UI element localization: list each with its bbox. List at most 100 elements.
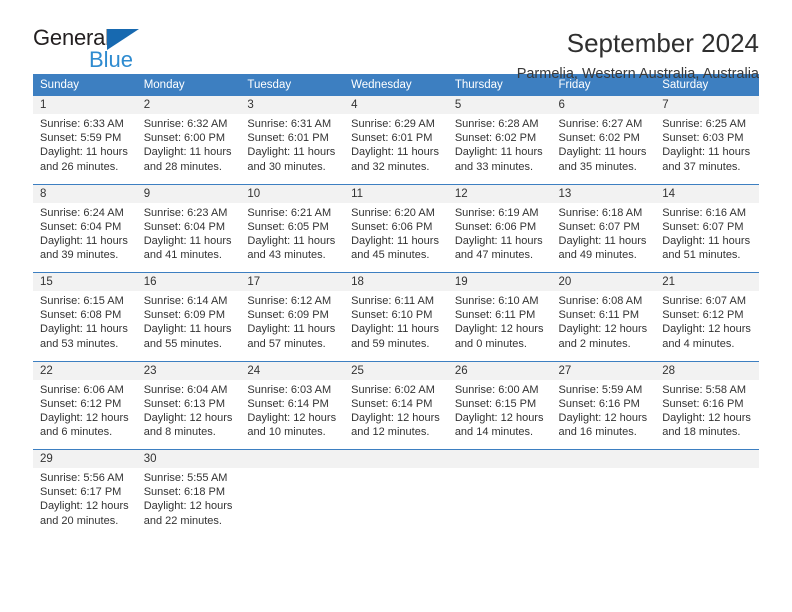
day-number[interactable]: 6 (551, 96, 656, 114)
day-number[interactable]: 5 (447, 96, 552, 114)
day-number[interactable]: 26 (447, 360, 552, 380)
day-cell[interactable]: Sunrise: 5:59 AM Sunset: 6:16 PM Dayligh… (551, 379, 656, 450)
daylight-text: Daylight: 11 hours and 26 minutes. (40, 146, 128, 173)
day-number[interactable]: 29 (33, 449, 137, 468)
day-cell[interactable]: Sunrise: 6:16 AM Sunset: 6:07 PM Dayligh… (655, 202, 759, 273)
sunset-text: Sunset: 6:12 PM (40, 397, 122, 410)
sunrise-text: Sunrise: 6:23 AM (143, 206, 228, 219)
day-cell[interactable]: Sunrise: 6:23 AM Sunset: 6:04 PM Dayligh… (136, 202, 241, 273)
day-cell[interactable]: Sunrise: 6:10 AM Sunset: 6:11 PM Dayligh… (447, 291, 552, 361)
day-number[interactable]: 12 (447, 183, 552, 203)
day-number[interactable]: 7 (655, 96, 759, 114)
day-number[interactable]: 19 (447, 272, 552, 291)
day-number[interactable]: 13 (551, 183, 656, 203)
day-cell[interactable]: Sunrise: 6:19 AM Sunset: 6:06 PM Dayligh… (447, 202, 552, 273)
day-number-empty (344, 449, 448, 468)
day-cell[interactable]: Sunrise: 6:03 AM Sunset: 6:14 PM Dayligh… (240, 379, 345, 450)
sunrise-text: Sunrise: 6:24 AM (40, 206, 124, 219)
sunset-text: Sunset: 6:01 PM (351, 132, 433, 145)
day-cell[interactable]: Sunrise: 6:28 AM Sunset: 6:02 PM Dayligh… (447, 114, 552, 184)
day-number[interactable]: 10 (240, 183, 345, 203)
daylight-text: Daylight: 12 hours and 8 minutes. (143, 411, 233, 439)
sunset-text: Sunset: 6:04 PM (143, 220, 226, 233)
daylight-text: Daylight: 11 hours and 41 minutes. (143, 234, 232, 262)
day-cell-empty (551, 468, 656, 540)
day-number[interactable]: 25 (344, 360, 448, 380)
day-cell[interactable]: Sunrise: 6:18 AM Sunset: 6:07 PM Dayligh… (551, 202, 656, 273)
logo-word-blue: Blue (89, 47, 134, 72)
sunrise-text: Sunrise: 6:00 AM (454, 383, 539, 396)
day-number[interactable]: 4 (344, 96, 448, 114)
day-cell-empty (240, 468, 345, 540)
sunset-text: Sunset: 6:06 PM (351, 220, 433, 233)
day-number-empty (240, 449, 345, 468)
day-cell[interactable]: Sunrise: 6:21 AM Sunset: 6:05 PM Dayligh… (240, 202, 345, 273)
day-cell[interactable]: Sunrise: 6:07 AM Sunset: 6:12 PM Dayligh… (655, 291, 759, 361)
page-subtitle: Parmelia, Western Australia, Australia (516, 66, 759, 82)
week-info-row: Sunrise: 6:24 AM Sunset: 6:04 PM Dayligh… (33, 202, 759, 273)
day-number[interactable]: 21 (655, 272, 759, 291)
day-number[interactable]: 30 (136, 449, 241, 468)
sunset-text: Sunset: 5:59 PM (40, 132, 122, 145)
sunrise-text: Sunrise: 6:19 AM (454, 206, 539, 219)
sunset-text: Sunset: 6:05 PM (247, 220, 329, 233)
day-cell[interactable]: Sunrise: 6:20 AM Sunset: 6:06 PM Dayligh… (344, 202, 448, 273)
day-number[interactable]: 28 (655, 360, 759, 380)
sunset-text: Sunset: 6:11 PM (558, 309, 640, 322)
day-number[interactable]: 14 (655, 183, 759, 203)
sunset-text: Sunset: 6:04 PM (40, 220, 122, 233)
day-cell[interactable]: Sunrise: 6:06 AM Sunset: 6:12 PM Dayligh… (33, 379, 137, 450)
day-number[interactable]: 17 (240, 272, 345, 291)
day-number[interactable]: 27 (551, 360, 656, 380)
sunset-text: Sunset: 6:10 PM (351, 309, 433, 322)
day-cell[interactable]: Sunrise: 6:15 AM Sunset: 6:08 PM Dayligh… (33, 291, 137, 361)
sunrise-text: Sunrise: 6:25 AM (662, 118, 746, 130)
day-cell[interactable]: Sunrise: 5:55 AM Sunset: 6:18 PM Dayligh… (136, 468, 241, 540)
sunset-text: Sunset: 6:09 PM (247, 309, 329, 322)
day-number[interactable]: 3 (240, 96, 345, 114)
day-cell[interactable]: Sunrise: 5:56 AM Sunset: 6:17 PM Dayligh… (33, 468, 137, 540)
day-number[interactable]: 23 (136, 360, 241, 380)
sunrise-text: Sunrise: 6:18 AM (558, 206, 643, 219)
day-cell[interactable]: Sunrise: 6:31 AM Sunset: 6:01 PM Dayligh… (240, 114, 345, 184)
day-cell[interactable]: Sunrise: 5:58 AM Sunset: 6:16 PM Dayligh… (655, 379, 759, 450)
day-number[interactable]: 20 (551, 272, 656, 291)
sunset-text: Sunset: 6:16 PM (662, 397, 744, 410)
sunrise-text: Sunrise: 6:12 AM (247, 295, 332, 307)
day-cell[interactable]: Sunrise: 6:11 AM Sunset: 6:10 PM Dayligh… (344, 291, 448, 361)
sunset-text: Sunset: 6:18 PM (143, 486, 226, 499)
sunrise-text: Sunrise: 6:02 AM (351, 383, 435, 396)
daylight-text: Daylight: 12 hours and 16 minutes. (558, 411, 648, 439)
weekday-header-monday: Monday (136, 74, 241, 96)
day-cell[interactable]: Sunrise: 6:12 AM Sunset: 6:09 PM Dayligh… (240, 291, 345, 361)
day-number[interactable]: 11 (344, 183, 448, 203)
day-number[interactable]: 24 (240, 360, 345, 380)
day-cell[interactable]: Sunrise: 6:00 AM Sunset: 6:15 PM Dayligh… (447, 379, 552, 450)
week-daynum-row: 1 2 3 4 5 6 7 (33, 96, 759, 114)
day-cell[interactable]: Sunrise: 6:32 AM Sunset: 6:00 PM Dayligh… (136, 114, 241, 184)
day-number[interactable]: 8 (33, 183, 137, 203)
day-number[interactable]: 22 (33, 360, 137, 380)
sunrise-text: Sunrise: 6:33 AM (40, 118, 124, 130)
day-number[interactable]: 16 (136, 272, 241, 291)
day-number[interactable]: 1 (33, 96, 137, 114)
day-cell[interactable]: Sunrise: 6:14 AM Sunset: 6:09 PM Dayligh… (136, 291, 241, 361)
day-cell[interactable]: Sunrise: 6:25 AM Sunset: 6:03 PM Dayligh… (655, 114, 759, 184)
sunrise-text: Sunrise: 6:04 AM (143, 383, 228, 396)
day-cell[interactable]: Sunrise: 6:08 AM Sunset: 6:11 PM Dayligh… (551, 291, 656, 361)
daylight-text: Daylight: 11 hours and 55 minutes. (143, 323, 232, 350)
day-number[interactable]: 18 (344, 272, 448, 291)
sunrise-text: Sunrise: 6:07 AM (662, 295, 746, 307)
day-cell[interactable]: Sunrise: 6:02 AM Sunset: 6:14 PM Dayligh… (344, 379, 448, 450)
day-number[interactable]: 9 (136, 183, 241, 203)
day-cell[interactable]: Sunrise: 6:27 AM Sunset: 6:02 PM Dayligh… (551, 114, 656, 184)
daylight-text: Daylight: 12 hours and 14 minutes. (454, 411, 544, 439)
sunset-text: Sunset: 6:12 PM (662, 309, 744, 322)
day-cell[interactable]: Sunrise: 6:29 AM Sunset: 6:01 PM Dayligh… (344, 114, 448, 184)
day-cell[interactable]: Sunrise: 6:24 AM Sunset: 6:04 PM Dayligh… (33, 202, 137, 273)
day-number[interactable]: 2 (136, 96, 241, 114)
daylight-text: Daylight: 11 hours and 59 minutes. (351, 323, 439, 350)
day-cell[interactable]: Sunrise: 6:04 AM Sunset: 6:13 PM Dayligh… (136, 379, 241, 450)
day-number[interactable]: 15 (33, 272, 137, 291)
day-cell[interactable]: Sunrise: 6:33 AM Sunset: 5:59 PM Dayligh… (33, 114, 137, 184)
